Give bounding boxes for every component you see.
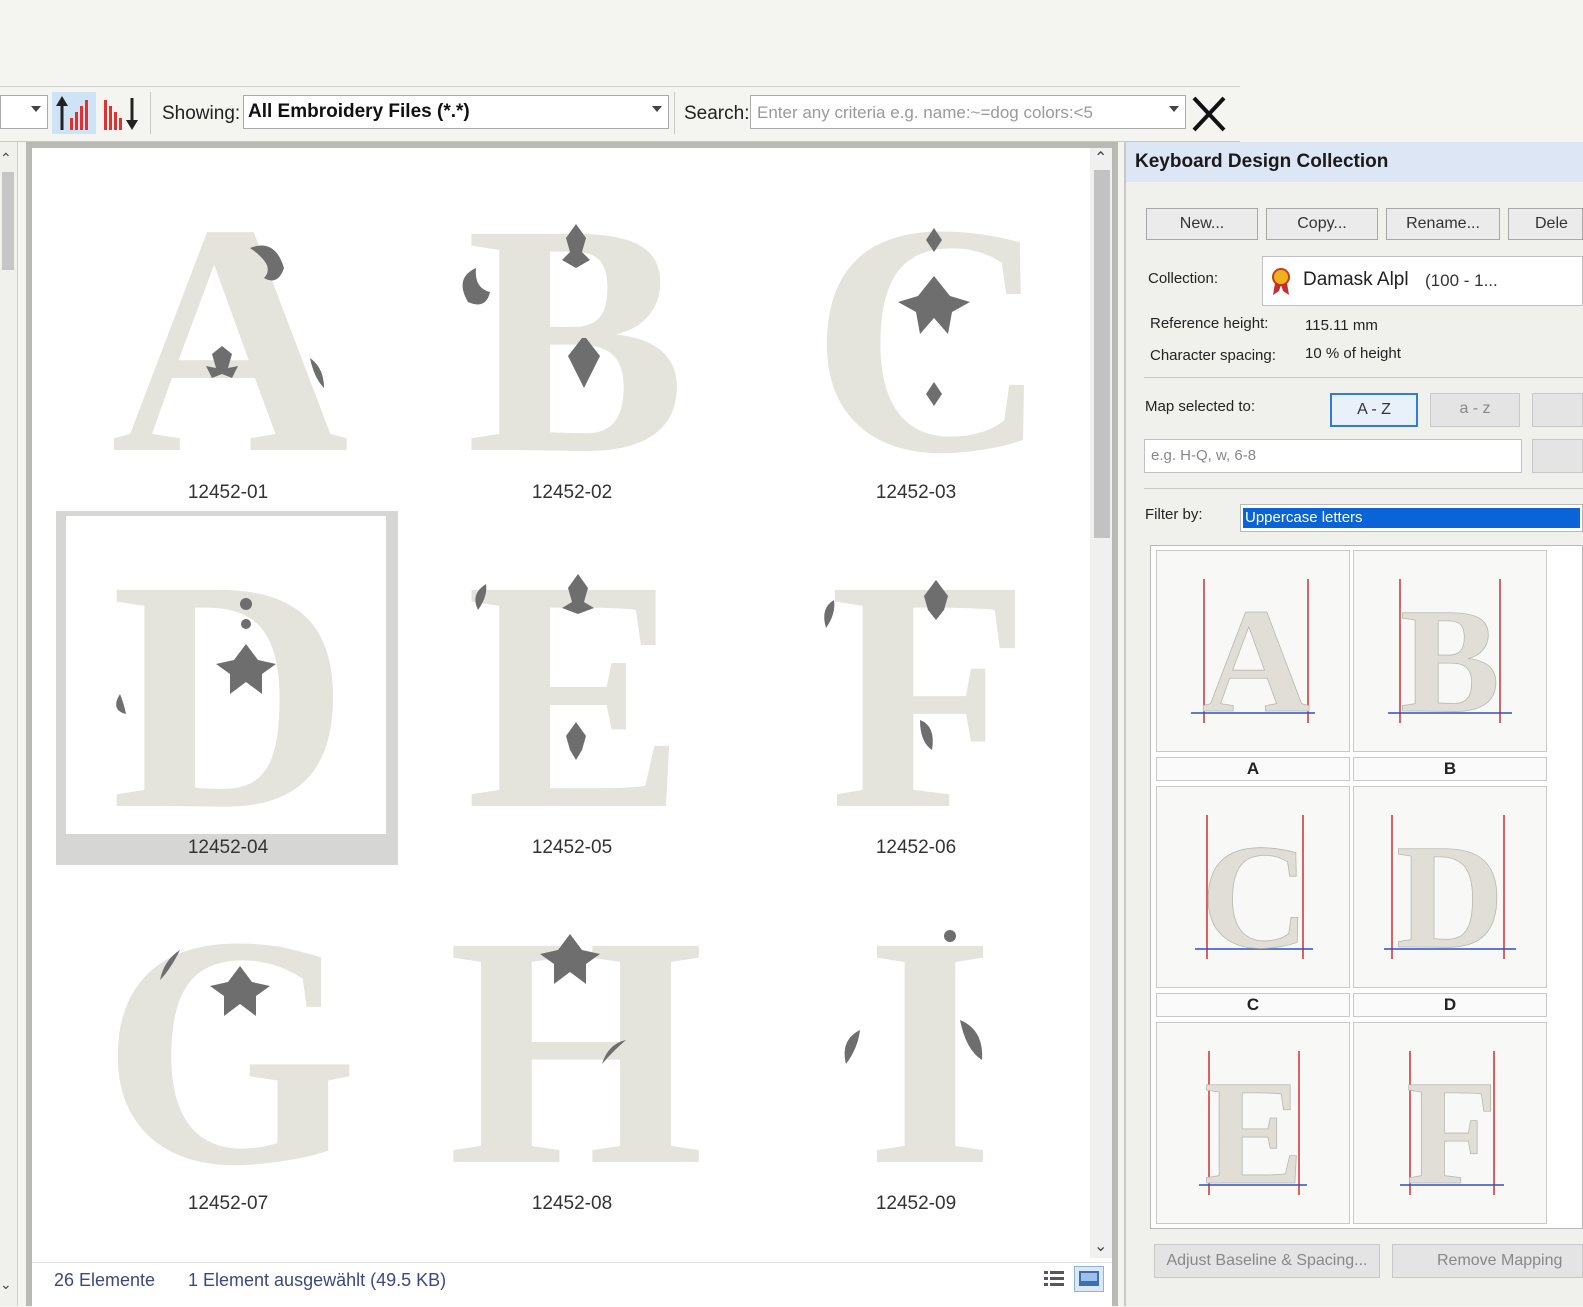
character-cell[interactable]: E <box>1156 1022 1350 1224</box>
remove-mapping-button[interactable]: Remove Mapping <box>1392 1244 1583 1278</box>
divider <box>1144 488 1583 489</box>
design-thumbnail[interactable]: B <box>446 157 706 522</box>
award-icon <box>1269 267 1293 302</box>
design-thumbnail[interactable]: C <box>800 157 1060 522</box>
file-name[interactable]: 12452-09 <box>816 1193 1016 1215</box>
collection-name: Damask Alpl <box>1303 269 1409 290</box>
design-thumbnail[interactable]: G <box>100 869 360 1234</box>
design-thumbnail[interactable]: A <box>100 157 360 522</box>
sort-descending-icon[interactable] <box>100 92 144 134</box>
toolbar-separator <box>150 92 151 134</box>
character-cell[interactable]: C <box>1156 786 1350 988</box>
chevron-up-icon[interactable]: ⌃ <box>0 150 12 167</box>
character-spacing-label: Character spacing: <box>1150 347 1276 364</box>
letter-glyph: G <box>102 890 359 1180</box>
file-name[interactable]: 12452-06 <box>816 837 1016 859</box>
character-cell-label: C <box>1156 993 1350 1017</box>
new-button[interactable]: New... <box>1146 208 1258 240</box>
character-cell-label: A <box>1156 757 1350 781</box>
cell-glyph: C <box>1201 814 1309 980</box>
chevron-down-icon[interactable] <box>1169 106 1179 112</box>
remove-mapping-label: Remove Mapping <box>1437 1252 1563 1269</box>
reference-height-value: 115.11 mm <box>1305 317 1378 334</box>
filter-value-text: Uppercase letters <box>1245 509 1363 526</box>
letter-glyph: A <box>111 178 349 468</box>
delete-button[interactable]: Dele <box>1508 208 1583 240</box>
collection-label: Collection: <box>1148 270 1219 287</box>
reference-height-label: Reference height: <box>1150 315 1269 332</box>
map-apply-button[interactable] <box>1532 439 1583 473</box>
selection-info: 1 Element ausgewählt (49.5 KB) <box>188 1270 447 1290</box>
showing-select[interactable]: All Embroidery Files (*.*) <box>243 95 669 129</box>
map-input[interactable]: e.g. H-Q, w, 6-8 <box>1144 439 1522 473</box>
letter-glyph: C <box>811 178 1049 468</box>
character-cell-label: B <box>1353 757 1547 781</box>
chevron-down-icon[interactable]: ⌄ <box>0 1276 12 1293</box>
toolbar-separator <box>674 92 675 134</box>
character-cell[interactable]: D <box>1353 786 1547 988</box>
delete-button-label: Dele <box>1535 215 1568 232</box>
cell-glyph: A <box>1202 578 1310 744</box>
details-view-icon[interactable] <box>1042 1268 1066 1290</box>
chevron-down-icon[interactable]: ⌄ <box>1094 1236 1107 1256</box>
showing-value: All Embroidery Files (*.*) <box>248 101 470 122</box>
map-selected-label: Map selected to: <box>1145 398 1256 415</box>
design-thumbnail[interactable]: I <box>800 869 1060 1234</box>
adjust-baseline-button[interactable]: Adjust Baseline & Spacing... <box>1154 1244 1380 1278</box>
collection-select[interactable]: Damask Alpl (100 - 1... <box>1262 256 1583 306</box>
search-input[interactable]: Enter any criteria e.g. name:~=dog color… <box>750 95 1186 129</box>
window-top-area <box>0 0 1583 86</box>
cell-glyph: D <box>1396 814 1504 980</box>
character-cell[interactable]: B <box>1353 550 1547 752</box>
sort-ascending-icon[interactable] <box>52 92 96 134</box>
design-thumbnail[interactable]: F <box>800 513 1060 878</box>
item-count: 26 Elemente <box>54 1270 156 1290</box>
showing-label: Showing: <box>162 103 241 124</box>
file-name[interactable]: 12452-04 <box>128 837 328 859</box>
view-combo[interactable] <box>0 95 48 129</box>
character-cell[interactable]: F <box>1353 1022 1547 1224</box>
cell-glyph: F <box>1406 1050 1498 1216</box>
collection-range: (100 - 1... <box>1425 271 1498 290</box>
character-cell[interactable]: A <box>1156 550 1350 752</box>
file-name[interactable]: 12452-08 <box>472 1193 672 1215</box>
design-thumbnail[interactable]: D <box>100 513 360 878</box>
clear-search-icon[interactable] <box>1188 94 1230 134</box>
file-name[interactable]: 12452-07 <box>128 1193 328 1215</box>
rename-button[interactable]: Rename... <box>1386 208 1500 240</box>
chevron-up-icon[interactable]: ⌃ <box>1094 148 1107 168</box>
letter-glyph: F <box>829 534 1031 824</box>
map-digits-button[interactable] <box>1532 393 1583 427</box>
character-spacing-value: 10 % of height <box>1305 345 1401 362</box>
file-name[interactable]: 12452-01 <box>128 482 328 504</box>
copy-button[interactable]: Copy... <box>1266 208 1378 240</box>
filter-label: Filter by: <box>1145 506 1203 523</box>
cell-glyph: B <box>1400 578 1500 744</box>
filter-value: Uppercase letters <box>1242 507 1581 529</box>
panel-title: Keyboard Design Collection <box>1135 151 1389 172</box>
search-placeholder: Enter any criteria e.g. name:~=dog color… <box>757 103 1093 122</box>
file-view-scroll-thumb[interactable] <box>1094 170 1110 538</box>
file-name[interactable]: 12452-03 <box>816 482 1016 504</box>
file-name[interactable]: 12452-05 <box>472 837 672 859</box>
design-thumbnail[interactable]: E <box>446 513 706 878</box>
map-uppercase-button[interactable]: A - Z <box>1330 393 1418 427</box>
thumbnails-view-icon[interactable] <box>1074 1266 1104 1292</box>
character-cell-label: D <box>1353 993 1547 1017</box>
divider <box>1144 377 1583 378</box>
map-input-placeholder: e.g. H-Q, w, 6-8 <box>1151 447 1257 464</box>
folder-pane-scrollbar[interactable] <box>0 142 18 1306</box>
letter-glyph: H <box>448 890 705 1180</box>
file-name[interactable]: 12452-02 <box>472 482 672 504</box>
map-lowercase-button[interactable]: a - z <box>1430 393 1520 427</box>
letter-glyph: B <box>466 178 686 468</box>
chevron-down-icon[interactable] <box>652 106 662 112</box>
cell-glyph: E <box>1204 1050 1304 1216</box>
folder-pane-scroll-thumb[interactable] <box>2 172 14 270</box>
search-label: Search: <box>684 103 750 124</box>
filter-select[interactable]: Uppercase letters <box>1240 504 1583 532</box>
design-thumbnail[interactable]: H <box>446 869 706 1234</box>
